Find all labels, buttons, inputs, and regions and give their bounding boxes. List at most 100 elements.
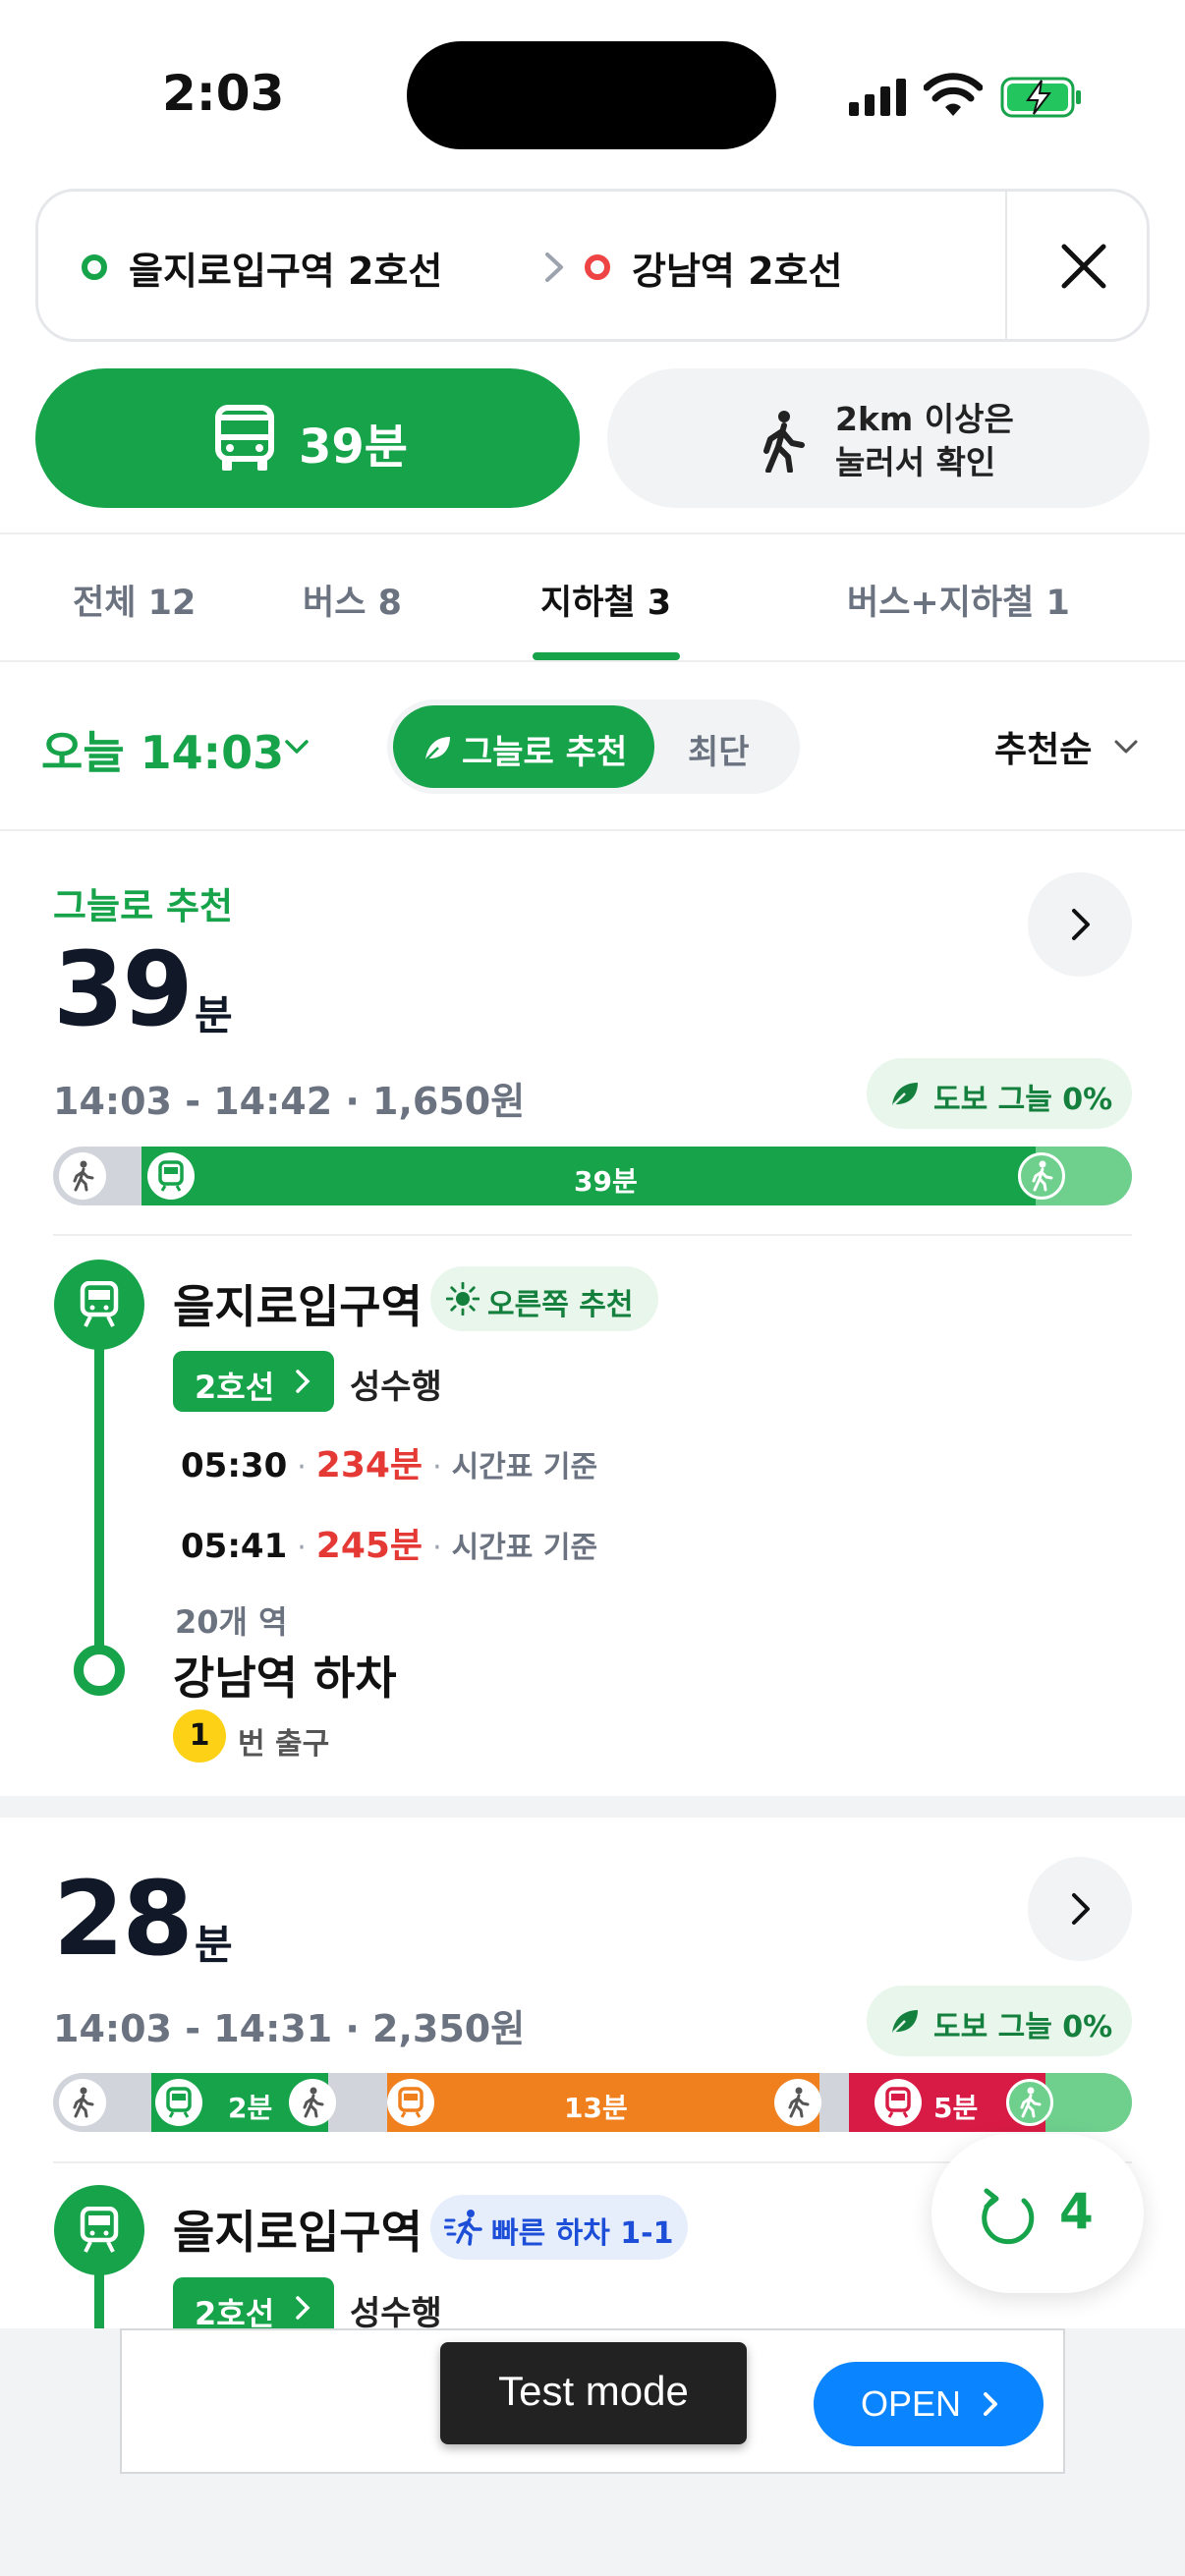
boarding-station: 을지로입구역 (173, 2206, 423, 2259)
divider (0, 532, 1185, 534)
chevron-right-icon (1072, 909, 1090, 940)
route-search-box[interactable]: 을지로입구역 2호선 강남역 2호선 (35, 189, 1150, 342)
segment-shade-option[interactable]: 그늘로 추천 (393, 705, 654, 788)
route-duration: 28 (53, 1859, 194, 1979)
walk-segment-icon (289, 2079, 336, 2126)
subway-segment-icon (875, 2079, 922, 2126)
chevron-right-icon (296, 2296, 310, 2320)
alight-timeline-marker (74, 1645, 125, 1696)
segment-shade-label: 그늘로 추천 (462, 733, 628, 772)
tab-active-indicator (533, 652, 680, 660)
exit-number-badge: 1 (173, 1709, 226, 1763)
train-direction: 성수행 (350, 2294, 442, 2333)
route-time-fare: 14:03 - 14:31 · 2,350원 (53, 2007, 526, 2050)
segment-duration: 2분 (228, 2092, 273, 2124)
route-preference-toggle[interactable]: 그늘로 추천 최단 (387, 700, 800, 794)
walk-shade-badge: 도보 그늘 0% (867, 1058, 1132, 1129)
bottom-banner-area: Test mode OPEN (0, 2328, 1185, 2576)
subway-segment-icon (155, 2079, 202, 2126)
bus-time: 39분 (299, 420, 408, 475)
wifi-icon (924, 73, 983, 116)
walk-mode-button[interactable]: 2km 이상은 눌러서 확인 (607, 368, 1150, 508)
timeline-line (94, 1297, 104, 1670)
route-duration-unit: 분 (195, 991, 233, 1039)
chevron-right-icon (545, 252, 563, 282)
walk-hint: 2km 이상은 눌러서 확인 (835, 400, 1014, 481)
walking-person-icon (763, 411, 805, 473)
chevron-right-icon (1072, 1893, 1090, 1925)
refresh-icon (982, 2188, 1035, 2245)
walk-segment-icon (1006, 2079, 1053, 2126)
departure-row: 05:30 · 234분 · 시간표 기준 (181, 1445, 598, 1485)
status-bar: 2:03 (0, 0, 1185, 187)
tab-bus[interactable]: 버스 8 (303, 575, 402, 625)
refresh-count: 4 (1059, 2183, 1094, 2240)
subway-timeline-icon (54, 1260, 144, 1350)
destination-dot-icon (585, 254, 610, 280)
battery-charging-icon (1000, 77, 1081, 118)
route-tag: 그늘로 추천 (53, 885, 234, 927)
leaf-icon (892, 1083, 918, 1106)
segment-duration: 13분 (564, 2092, 628, 2124)
tab-subway[interactable]: 지하철 3 (540, 575, 671, 625)
exit-label: 번 출구 (238, 1727, 330, 1762)
ad-banner[interactable]: Test mode OPEN (120, 2328, 1065, 2474)
divider (53, 1234, 1132, 1236)
subway-timeline-icon (54, 2185, 144, 2275)
running-person-icon (444, 2210, 482, 2246)
route-detail-button[interactable] (1028, 1857, 1132, 1961)
walk-segment-icon (59, 1152, 106, 1200)
route-duration-unit: 분 (195, 1921, 233, 1969)
ad-open-button[interactable]: OPEN (814, 2362, 1044, 2446)
chevron-down-icon[interactable] (279, 729, 314, 764)
quick-exit-badge: 빠른 하차 1-1 (430, 2195, 688, 2260)
boarding-station: 을지로입구역 (173, 1280, 423, 1333)
walk-segment-icon (774, 2079, 821, 2126)
segment-duration: 5분 (933, 2092, 979, 2124)
divider (0, 660, 1185, 662)
sort-selector[interactable]: 추천순 (994, 721, 1092, 772)
refresh-button[interactable]: 4 (931, 2134, 1144, 2293)
alight-station: 강남역 하차 (173, 1652, 397, 1705)
route-divider (1005, 192, 1007, 339)
walk-segment-icon (1018, 1152, 1065, 1200)
chevron-right-icon (296, 1370, 310, 1393)
tab-bus-subway[interactable]: 버스+지하철 1 (847, 575, 1070, 625)
tab-all[interactable]: 전체 12 (73, 575, 196, 625)
chevron-down-icon[interactable] (1108, 729, 1144, 764)
origin-station[interactable]: 을지로입구역 2호선 (129, 241, 442, 295)
cellular-signal-icon (849, 79, 906, 116)
chevron-right-icon (984, 2392, 997, 2416)
subway-segment-icon (147, 1152, 195, 1200)
route-time-fare: 14:03 - 14:42 · 1,650원 (53, 1080, 526, 1123)
origin-dot-icon (82, 254, 107, 280)
route-segment-bar: 2분 13분 5분 (53, 2073, 1132, 2132)
walk-segment (1045, 2073, 1132, 2132)
bus-mode-button[interactable]: 39분 (35, 368, 580, 508)
route-duration: 39 (53, 929, 194, 1049)
leaf-icon (892, 2010, 918, 2034)
subway-segment-icon (387, 2079, 434, 2126)
sun-icon (446, 1282, 480, 1316)
walk-segment-icon (59, 2079, 106, 2126)
status-time: 2:03 (162, 65, 285, 122)
door-recommend-badge: 오른쪽 추천 (430, 1266, 658, 1331)
segment-duration: 39분 (574, 1165, 638, 1198)
route-segment-bar: 39분 (53, 1147, 1132, 1205)
divider (0, 829, 1185, 831)
segment-shortest-option[interactable]: 최단 (688, 725, 750, 773)
bus-icon (215, 405, 274, 471)
route-detail-button[interactable] (1028, 872, 1132, 977)
section-gap (0, 1796, 1185, 1818)
walk-shade-badge: 도보 그늘 0% (867, 1986, 1132, 2056)
leaf-icon (425, 737, 450, 760)
train-direction: 성수행 (350, 1368, 442, 1407)
stop-count: 20개 역 (175, 1603, 288, 1641)
departure-row: 05:41 · 245분 · 시간표 기준 (181, 1526, 598, 1566)
departure-time-selector[interactable]: 오늘 14:03 (41, 717, 284, 782)
test-mode-label: Test mode (440, 2342, 747, 2444)
close-icon[interactable] (1050, 233, 1117, 300)
destination-station[interactable]: 강남역 2호선 (632, 241, 842, 295)
line-2-badge[interactable]: 2호선 (173, 1351, 334, 1412)
dynamic-island (407, 41, 776, 149)
